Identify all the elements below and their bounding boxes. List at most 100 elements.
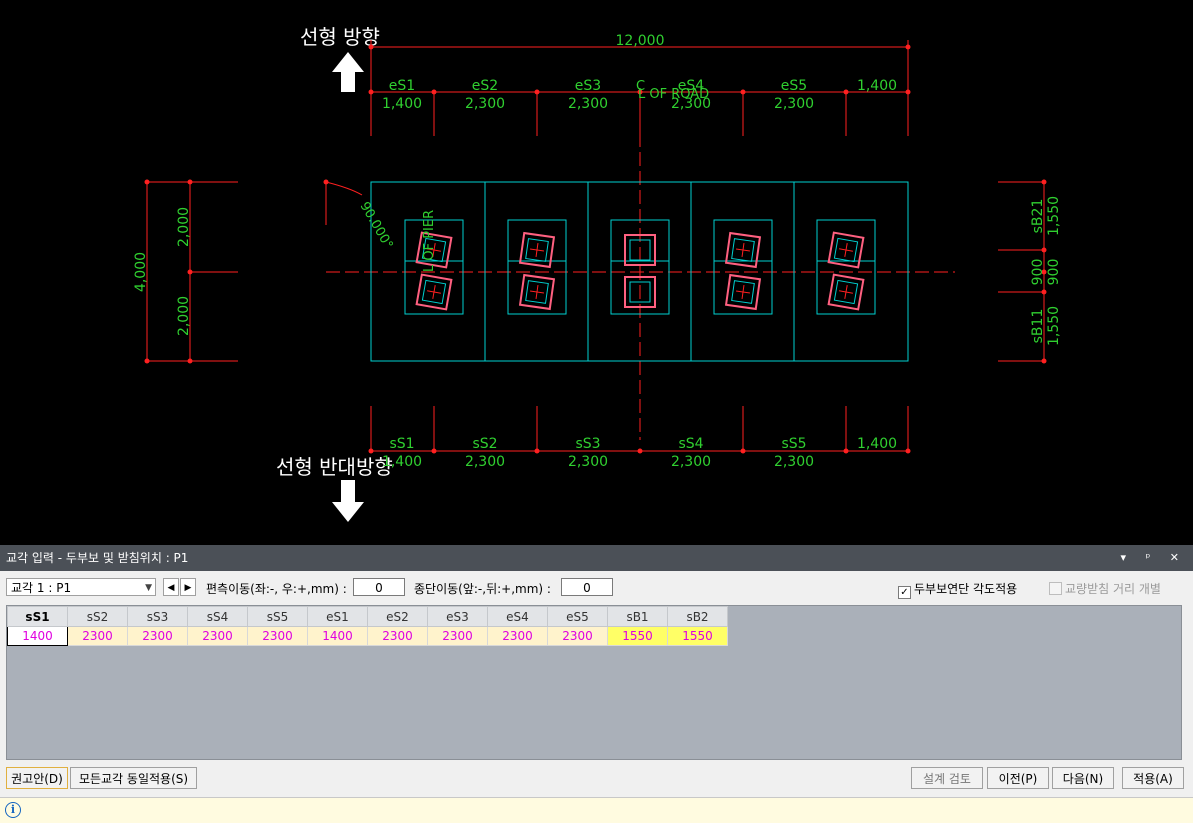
bottom-seg-label-3: sS3 <box>575 436 600 452</box>
pier-center-label: L OF PIER <box>422 210 437 272</box>
bottom-seg-label-1: sS1 <box>389 436 414 452</box>
distance-checkbox-label: 교량받침 거리 개별 <box>1065 582 1161 596</box>
bottom-seg-label-4: sS4 <box>678 436 703 452</box>
grid-header[interactable]: sS1 <box>7 606 68 627</box>
right-value-2: 900 <box>1030 259 1046 286</box>
panel-title: 교각 입력 - 두부보 및 받침위치 : P1 <box>6 551 189 565</box>
right-label-top: sB21 <box>1030 199 1046 234</box>
angle-checkbox[interactable]: ✓ 두부보연단 각도적용 <box>898 580 1017 599</box>
grid-cell[interactable]: 2300 <box>427 626 488 646</box>
cad-drawing-canvas[interactable]: 선형 방향 선형 반대방향 12,000 eS1 eS2 eS3 eS4 eS5… <box>0 0 1193 545</box>
left-dimension: 4,000 2,000 2,000 <box>133 179 238 364</box>
grid-cell[interactable]: 2300 <box>67 626 128 646</box>
bottom-seg-value-4: 2,300 <box>671 454 711 470</box>
forward-direction-label: 선형 방향 <box>300 25 380 49</box>
info-icon: i <box>5 802 21 818</box>
top-seg-label-5: eS5 <box>781 78 807 94</box>
transverse-label: 편측이동(좌:-, 우:+,mm) : <box>206 582 347 596</box>
grid-header[interactable]: sB1 <box>607 606 668 627</box>
grid-header[interactable]: eS1 <box>307 606 368 627</box>
grid-header[interactable]: eS3 <box>427 606 488 627</box>
panel-title-bar: 교각 입력 - 두부보 및 받침위치 : P1 ▾ ᵖ ✕ <box>0 545 1193 571</box>
grid-cell[interactable]: 2300 <box>187 626 248 646</box>
up-arrow-icon <box>332 52 364 92</box>
top-seg-value-3: 2,300 <box>568 96 608 112</box>
options-row: 교각 1 : P1 ▼ ◀ ▶ 편측이동(좌:-, 우:+,mm) : 0 종단… <box>6 577 1187 599</box>
pier-select[interactable]: 교각 1 : P1 ▼ <box>6 578 156 596</box>
design-check-button[interactable]: 설계 검토 <box>911 767 983 789</box>
top-seg-label-2: eS2 <box>472 78 498 94</box>
grid-header[interactable]: sB2 <box>667 606 728 627</box>
bearing-group-4 <box>713 219 773 315</box>
apply-all-piers-button[interactable]: 모든교각 동일적용(S) <box>70 767 197 789</box>
bearing-group-5 <box>816 219 876 315</box>
bottom-seg-value-5: 2,300 <box>774 454 814 470</box>
left-value-1: 2,000 <box>176 207 192 247</box>
grid-cell[interactable]: 2300 <box>487 626 548 646</box>
left-value-2: 2,000 <box>176 296 192 336</box>
grid-header[interactable]: sS3 <box>127 606 188 627</box>
longitudinal-input[interactable]: 0 <box>561 578 613 596</box>
overall-width-text: 12,000 <box>616 33 665 49</box>
prev-button[interactable]: 이전(P) <box>987 767 1049 789</box>
right-value-1: 1,550 <box>1046 196 1062 236</box>
checkbox-checked-icon: ✓ <box>898 586 911 599</box>
recommend-button[interactable]: 권고안(D) <box>6 767 68 789</box>
grid-cell[interactable]: 1550 <box>667 626 728 646</box>
prev-pier-button[interactable]: ◀ <box>163 578 179 596</box>
grid-header-row: sS1 sS2 sS3 sS4 sS5 eS1 eS2 eS3 eS4 eS5 … <box>7 606 728 627</box>
longitudinal-label: 종단이동(앞:-,뒤:+,mm) : <box>414 582 551 596</box>
grid-header[interactable]: eS2 <box>367 606 428 627</box>
reverse-direction-label: 선형 반대방향 <box>276 455 393 479</box>
grid-header[interactable]: eS5 <box>547 606 608 627</box>
grid-cell[interactable]: 1400 <box>7 626 68 646</box>
pier-select-value: 교각 1 : P1 <box>11 581 72 595</box>
status-bar: i <box>0 797 1193 823</box>
left-total-text: 4,000 <box>133 252 149 292</box>
grid-table: sS1 sS2 sS3 sS4 sS5 eS1 eS2 eS3 eS4 eS5 … <box>7 606 728 646</box>
chevron-down-icon: ▼ <box>145 583 152 593</box>
apply-button[interactable]: 적용(A) <box>1122 767 1184 789</box>
top-seg-label-3: eS3 <box>575 78 601 94</box>
grid-cell[interactable]: 1550 <box>607 626 668 646</box>
transverse-input[interactable]: 0 <box>353 578 405 596</box>
grid-cell[interactable]: 2300 <box>367 626 428 646</box>
grid-header[interactable]: eS4 <box>487 606 548 627</box>
grid-cell[interactable]: 2300 <box>247 626 308 646</box>
road-center-label: L OF ROAD <box>638 87 709 102</box>
value-grid: sS1 sS2 sS3 sS4 sS5 eS1 eS2 eS3 eS4 eS5 … <box>6 605 1182 760</box>
grid-header[interactable]: sS2 <box>67 606 128 627</box>
button-row: 권고안(D) 모든교각 동일적용(S) 설계 검토 이전(P) 다음(N) 적용… <box>6 767 1187 791</box>
right-value-3: 900 <box>1046 259 1062 286</box>
grid-header[interactable]: sS5 <box>247 606 308 627</box>
right-value-4: 1,550 <box>1046 306 1062 346</box>
pier-centerline-label: 90.000° L OF PIER <box>323 179 437 272</box>
down-arrow-icon <box>332 480 364 522</box>
next-pier-button[interactable]: ▶ <box>180 578 196 596</box>
bearing-group-2 <box>507 219 567 315</box>
next-button[interactable]: 다음(N) <box>1052 767 1114 789</box>
top-seg-value-5: 2,300 <box>774 96 814 112</box>
grid-cell[interactable]: 1400 <box>307 626 368 646</box>
panel-window-buttons[interactable]: ▾ ᵖ ✕ <box>1121 545 1187 571</box>
bottom-seg-value-1: 1,400 <box>382 454 422 470</box>
bottom-seg-value-3: 2,300 <box>568 454 608 470</box>
grid-value-row: 1400 2300 2300 2300 2300 1400 2300 2300 … <box>7 626 728 646</box>
right-label-bottom: sB11 <box>1030 309 1046 344</box>
checkbox-empty-icon <box>1049 582 1062 595</box>
drawing-svg: 선형 방향 선형 반대방향 12,000 eS1 eS2 eS3 eS4 eS5… <box>133 25 1062 522</box>
bottom-seg-label-2: sS2 <box>472 436 497 452</box>
top-seg-label-1: eS1 <box>389 78 415 94</box>
top-seg-value-2: 2,300 <box>465 96 505 112</box>
grid-header[interactable]: sS4 <box>187 606 248 627</box>
top-seg-value-1: 1,400 <box>382 96 422 112</box>
right-dimension: sB21 1,550 900 900 sB11 1,550 <box>998 179 1062 364</box>
angle-text: 90.000° <box>357 200 396 253</box>
angle-checkbox-label: 두부보연단 각도적용 <box>914 582 1018 596</box>
bottom-seg-value-2: 2,300 <box>465 454 505 470</box>
top-seg-value-6: 1,400 <box>857 78 897 94</box>
distance-checkbox[interactable]: 교량받침 거리 개별 <box>1049 580 1161 597</box>
bottom-seg-label-5: sS5 <box>781 436 806 452</box>
grid-cell[interactable]: 2300 <box>547 626 608 646</box>
grid-cell[interactable]: 2300 <box>127 626 188 646</box>
